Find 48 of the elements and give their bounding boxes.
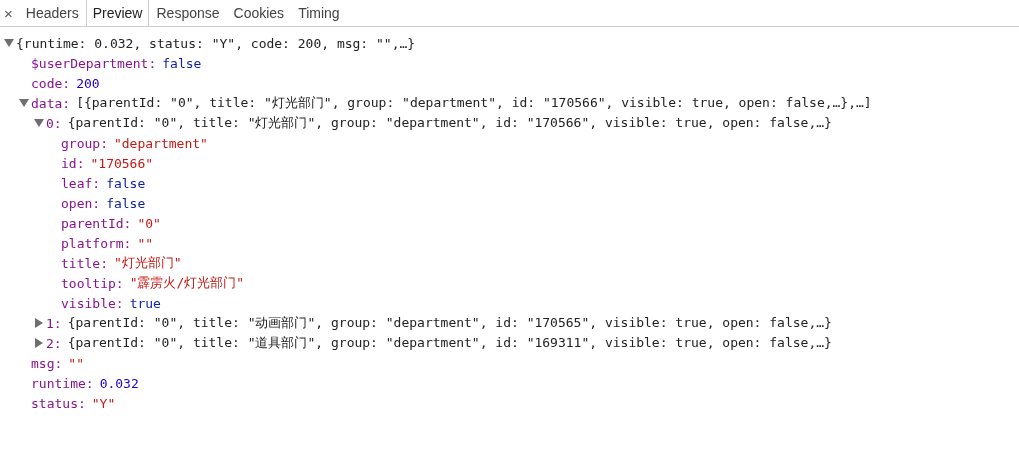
property-value: 0.032 bbox=[99, 375, 139, 391]
property-key: code: bbox=[31, 75, 71, 91]
collapsed-arrow-icon[interactable] bbox=[35, 338, 43, 348]
property-value: "department" bbox=[113, 135, 208, 151]
property-value: "灯光部门" bbox=[113, 254, 182, 272]
property-value: {parentId: "0", title: "道具部门", group: "department", id: "169311", visible: true, open: false,…} bbox=[67, 334, 832, 352]
tab[interactable]: Response bbox=[149, 0, 227, 26]
property-key: 2: bbox=[46, 335, 62, 351]
property-value: {parentId: "0", title: "灯光部门", group: "department", id: "170566", visible: true, open: false,…} bbox=[67, 114, 832, 132]
expanded-arrow-icon[interactable] bbox=[19, 99, 29, 107]
property-key: tooltip: bbox=[61, 275, 124, 291]
property-key: data: bbox=[31, 95, 71, 111]
property-key: msg: bbox=[31, 355, 63, 371]
property-key: $userDepartment: bbox=[31, 55, 157, 71]
property-key: group: bbox=[61, 135, 108, 151]
expanded-arrow-icon[interactable] bbox=[34, 119, 44, 127]
property-key: platform: bbox=[61, 235, 132, 251]
property-key: 1: bbox=[46, 315, 62, 331]
property-key: parentId: bbox=[61, 215, 132, 231]
property-value: {runtime: 0.032, status: "Y", code: 200, msg: "",…} bbox=[16, 35, 416, 51]
tab[interactable]: Headers bbox=[18, 0, 86, 26]
property-key: title: bbox=[61, 255, 108, 271]
tab[interactable]: Preview bbox=[85, 0, 150, 26]
property-value: "霹雳火/灯光部门" bbox=[129, 274, 245, 292]
property-key: visible: bbox=[61, 295, 124, 311]
property-value: "" bbox=[68, 355, 84, 371]
property-value: false bbox=[106, 175, 146, 191]
property-key: status: bbox=[31, 395, 86, 411]
property-value: {parentId: "0", title: "动画部门", group: "department", id: "170565", visible: true, open: false,…} bbox=[67, 314, 832, 332]
collapsed-arrow-icon[interactable] bbox=[35, 318, 43, 328]
property-key: runtime: bbox=[31, 375, 94, 391]
property-key: leaf: bbox=[61, 175, 101, 191]
property-key: open: bbox=[61, 195, 101, 211]
property-key: 0: bbox=[46, 115, 62, 131]
property-value: 200 bbox=[76, 75, 100, 91]
tab[interactable]: Timing bbox=[291, 0, 347, 26]
property-value: "0" bbox=[137, 215, 161, 231]
property-key: id: bbox=[61, 155, 85, 171]
close-button[interactable]: × bbox=[0, 0, 19, 26]
property-value: "" bbox=[137, 235, 154, 251]
property-value: [{parentId: "0", title: "灯光部门", group: "department", id: "170566", visible: true, open: false,…},…] bbox=[76, 94, 872, 112]
property-value: "Y" bbox=[91, 395, 116, 411]
property-value: "170566" bbox=[90, 155, 154, 171]
expanded-arrow-icon[interactable] bbox=[4, 39, 14, 47]
property-value: false bbox=[106, 195, 146, 211]
tab[interactable]: Cookies bbox=[226, 0, 292, 26]
property-value: false bbox=[162, 55, 202, 71]
property-value: true bbox=[129, 295, 161, 311]
